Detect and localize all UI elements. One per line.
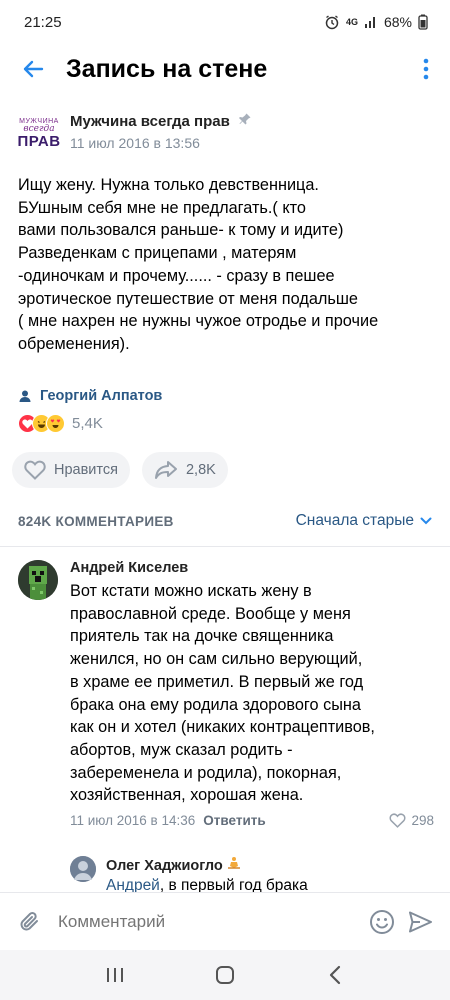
status-icons: 4G 68% (324, 14, 428, 30)
reply-text: Андрей, в первый год брака (106, 877, 308, 892)
share-count: 2,8K (185, 462, 216, 478)
arrow-left-icon (23, 60, 44, 78)
recent-apps-button[interactable] (95, 960, 135, 990)
paperclip-icon (20, 911, 38, 930)
signer-name: Георгий Алпатов (40, 388, 163, 404)
post-text: Ищу жену. Нужна только девственница. БУш… (18, 176, 379, 353)
network-label: 4G (345, 17, 358, 27)
reply-mention[interactable]: Андрей (106, 877, 160, 892)
chevron-left-icon (329, 965, 341, 985)
heart-outline-icon (389, 813, 406, 828)
emoji-button[interactable] (368, 908, 396, 936)
post-author[interactable]: Мужчина всегда прав (70, 113, 230, 130)
attach-button[interactable] (16, 908, 44, 936)
comment-text: Вот кстати можно искать жену в православ… (70, 582, 375, 805)
like-button[interactable]: Нравится (12, 452, 130, 488)
avatar[interactable] (18, 560, 58, 600)
heart-eyes-reaction-icon (46, 414, 65, 433)
reply-text-body: , в первый год брака (159, 877, 308, 892)
signal-icon (364, 15, 378, 29)
recent-apps-icon (107, 968, 123, 982)
status-bar: 21:25 4G 68% (0, 0, 450, 44)
avatar[interactable] (70, 856, 96, 882)
comment-composer (0, 892, 450, 950)
share-icon (154, 461, 177, 479)
share-button[interactable]: 2,8K (141, 452, 228, 488)
more-vertical-icon (423, 58, 429, 80)
heart-outline-icon (24, 460, 46, 480)
page-title: Запись на стене (66, 54, 268, 83)
comment-input[interactable] (58, 911, 358, 932)
app-header: Запись на стене (0, 44, 450, 94)
post-header: МУЖЧИНА всегда ПРАВ Мужчина всегда прав … (17, 112, 438, 162)
comment-body: Андрей Киселев Вот кстати можно искать ж… (70, 560, 434, 828)
comment-footer: 11 июл 2016 в 14:36 Ответить 298 (70, 813, 434, 828)
system-back-button[interactable] (315, 960, 355, 990)
comment-like-button[interactable]: 298 (389, 813, 434, 828)
reply-body: Олег Хаджиогло Андрей, в первый год брак… (106, 856, 308, 892)
battery-label: 68% (383, 14, 412, 30)
comment-like-count: 298 (411, 813, 434, 829)
back-button[interactable] (18, 54, 48, 84)
sort-dropdown[interactable]: Сначала старые (296, 512, 432, 530)
reactions-count: 5,4K (72, 415, 103, 432)
alarm-icon (324, 14, 340, 30)
chevron-down-icon (420, 517, 432, 525)
logo-line3: ПРАВ (17, 132, 61, 150)
divider (0, 546, 450, 547)
post-signer[interactable]: Георгий Алпатов (18, 388, 162, 404)
sort-label: Сначала старые (295, 512, 414, 529)
post-meta: Мужчина всегда прав 11 июл 2016 в 13:56 (70, 112, 252, 151)
community-logo[interactable]: МУЖЧИНА всегда ПРАВ (17, 112, 61, 154)
send-button[interactable] (406, 908, 434, 936)
comments-count: 824K КОММЕНТАРИЕВ (18, 513, 174, 529)
battery-icon (418, 14, 428, 30)
send-icon (409, 911, 432, 932)
reply-item: Олег Хаджиогло Андрей, в первый год брак… (70, 856, 440, 892)
reply-author[interactable]: Олег Хаджиогло (106, 858, 223, 874)
meditation-emoji-icon (227, 856, 241, 875)
system-nav-bar (0, 950, 450, 1000)
comments-header: 824K КОММЕНТАРИЕВ Сначала старые (18, 512, 432, 530)
status-time: 21:25 (24, 13, 62, 31)
pin-icon (238, 112, 252, 131)
comment-author[interactable]: Андрей Киселев (70, 560, 434, 576)
user-icon (19, 390, 31, 402)
reply-button[interactable]: Ответить (203, 813, 265, 828)
smile-icon (370, 909, 394, 934)
home-icon (216, 966, 234, 984)
comment-date[interactable]: 11 июл 2016 в 14:36 (70, 813, 195, 828)
comment-item: Андрей Киселев Вот кстати можно искать ж… (18, 560, 438, 828)
post-date[interactable]: 11 июл 2016 в 13:56 (70, 135, 252, 151)
like-label: Нравится (54, 462, 118, 478)
post-actions: Нравится 2,8K (12, 452, 228, 488)
home-button[interactable] (205, 960, 245, 990)
reactions-summary[interactable]: 5,4K (18, 414, 103, 433)
more-button[interactable] (414, 54, 438, 84)
